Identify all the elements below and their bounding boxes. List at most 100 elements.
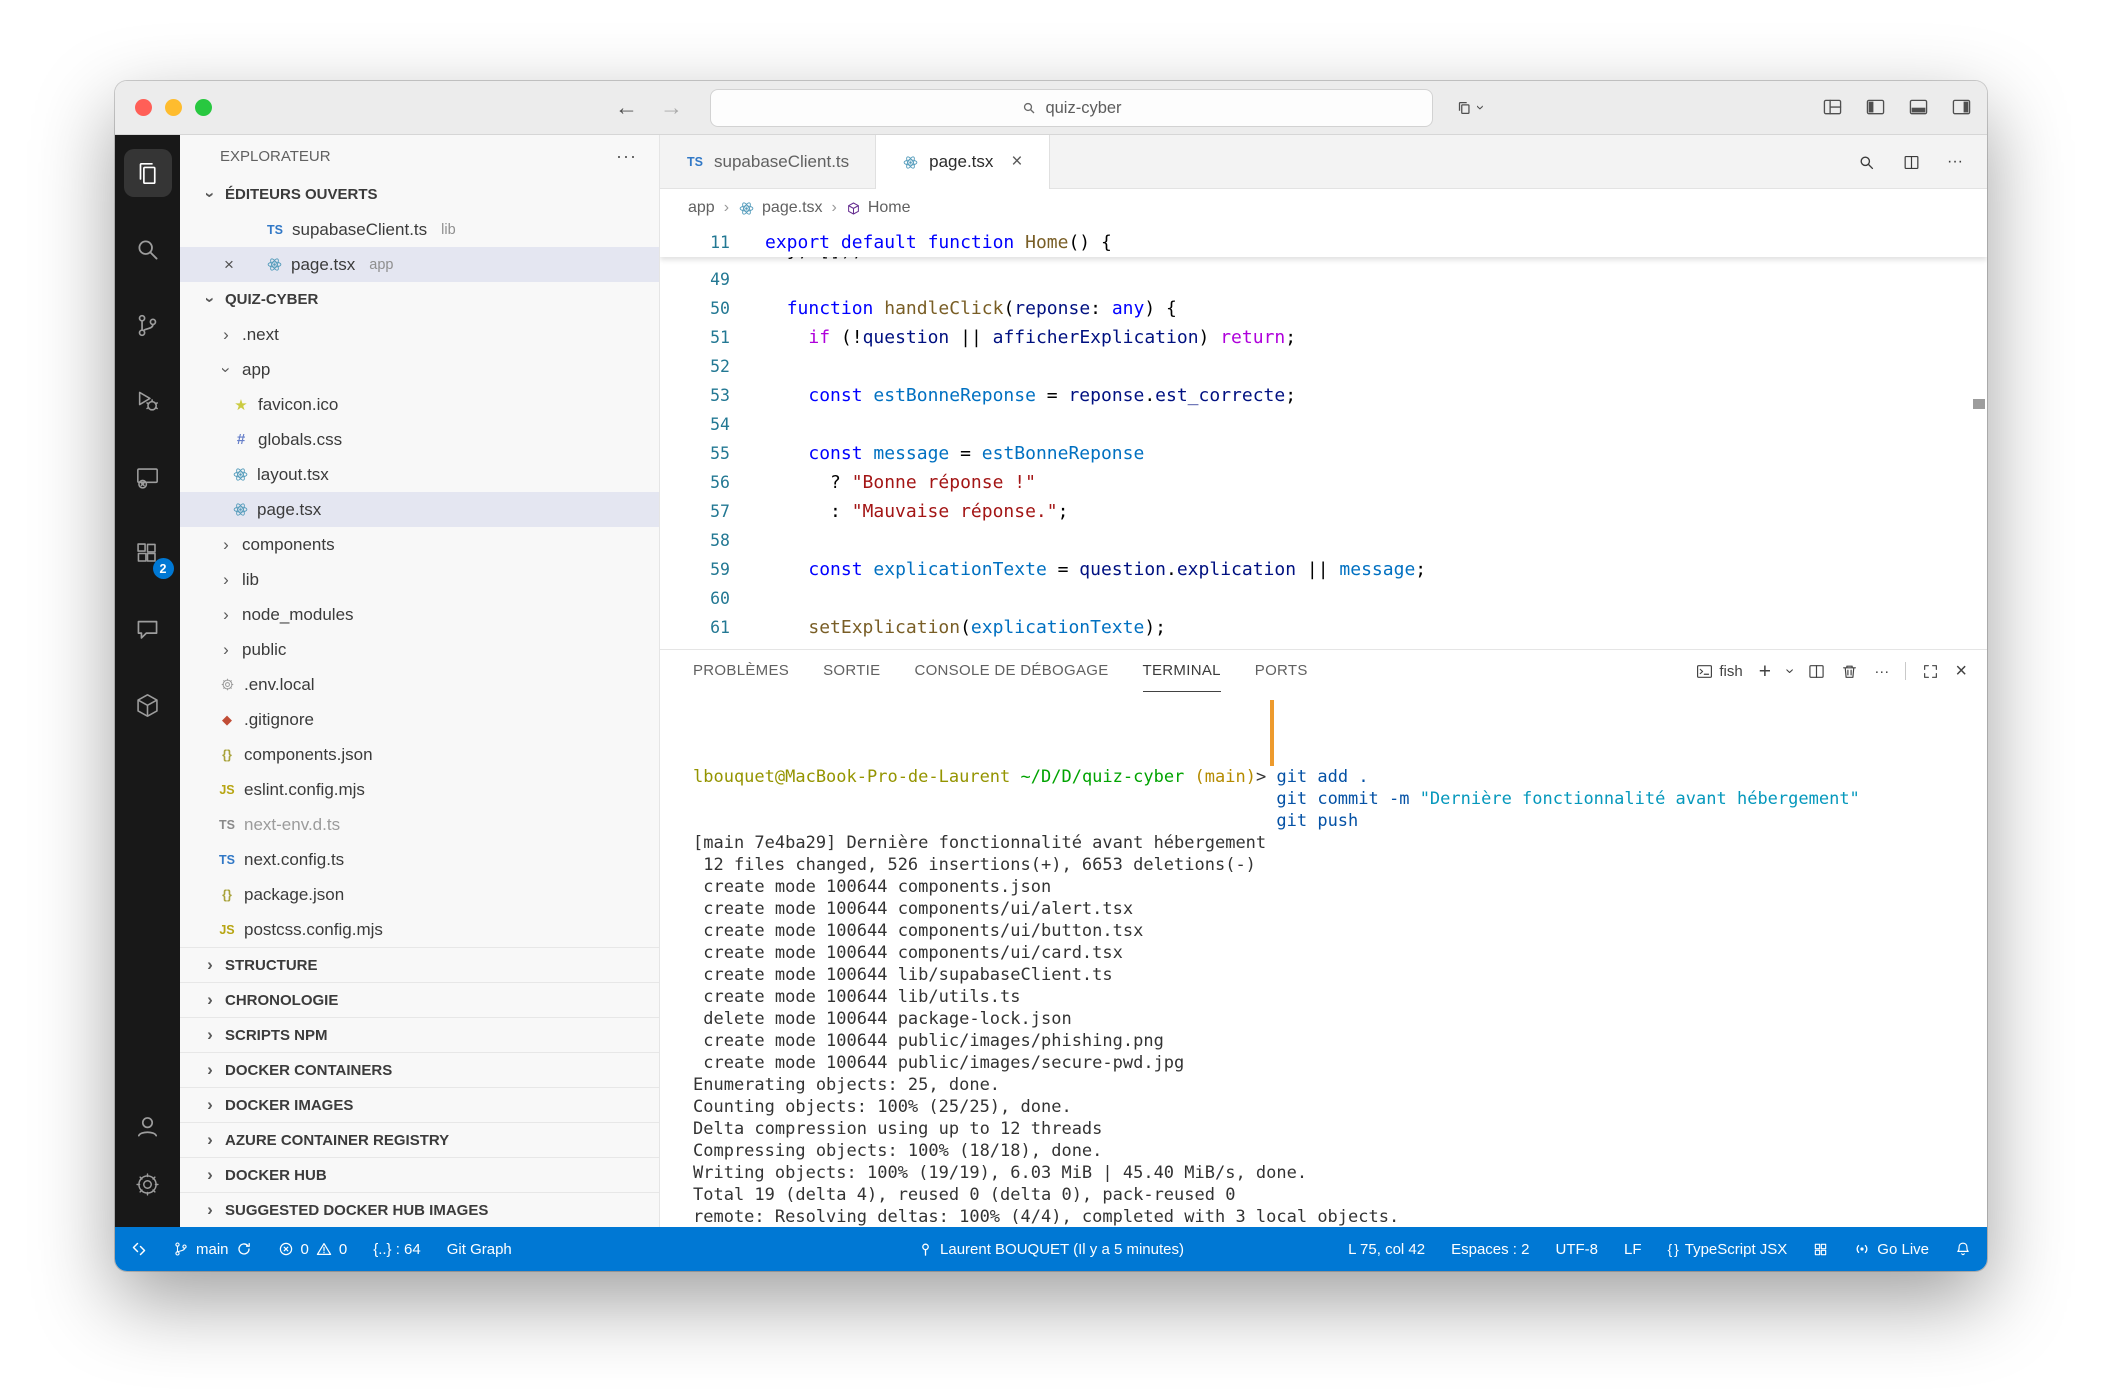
toggle-secondary-sidebar[interactable] <box>1952 98 1971 117</box>
chevron-right-icon: › <box>202 1200 218 1220</box>
panel-tab-probl-mes[interactable]: PROBLÈMES <box>693 650 789 692</box>
tree-item-page-tsx[interactable]: page.tsx <box>180 492 659 527</box>
status-eol[interactable]: LF <box>1624 1241 1642 1258</box>
terminal[interactable]: lbouquet@MacBook-Pro-de-Laurent ~/D/D/qu… <box>660 692 1987 1227</box>
section-chronologie[interactable]: ›CHRONOLOGIE <box>180 982 659 1017</box>
zoom-window-button[interactable] <box>195 99 212 116</box>
panel-tab-terminal[interactable]: TERMINAL <box>1143 650 1221 692</box>
kill-terminal[interactable] <box>1841 663 1858 680</box>
toggle-primary-sidebar[interactable] <box>1866 98 1885 117</box>
section-docker-containers[interactable]: ›DOCKER CONTAINERS <box>180 1052 659 1087</box>
open-editor-supabaseclient-ts[interactable]: TSsupabaseClient.tslib <box>180 212 659 247</box>
activity-remote-explorer[interactable] <box>124 453 172 501</box>
tree-item-lib[interactable]: ›lib <box>180 562 659 597</box>
tree-item--gitignore[interactable]: ◆.gitignore <box>180 702 659 737</box>
activity-docker[interactable] <box>124 681 172 729</box>
panel-tab-console-de-d-bogage[interactable]: CONSOLE DE DÉBOGAGE <box>914 650 1108 692</box>
tree-item-layout-tsx[interactable]: layout.tsx <box>180 457 659 492</box>
minimize-window-button[interactable] <box>165 99 182 116</box>
close-panel[interactable]: × <box>1955 661 1967 681</box>
shell-selector[interactable]: fish <box>1696 663 1742 680</box>
more-actions-icon[interactable]: ··· <box>616 146 637 167</box>
section-structure[interactable]: ›STRUCTURE <box>180 947 659 982</box>
section-azure-container-registry[interactable]: ›AZURE CONTAINER REGISTRY <box>180 1122 659 1157</box>
nav-forward[interactable]: → <box>660 94 683 121</box>
breadcrumb-page-tsx[interactable]: page.tsx <box>738 199 822 217</box>
terminal-line: create mode 100644 components.json <box>693 876 1987 898</box>
find[interactable] <box>1857 153 1876 172</box>
panel-tab-sortie[interactable]: SORTIE <box>823 650 880 692</box>
open-editor-page-tsx[interactable]: × page.tsxapp <box>180 247 659 282</box>
new-terminal[interactable]: + <box>1759 661 1771 682</box>
activity-explorer[interactable] <box>124 149 172 197</box>
more-editor-actions[interactable]: ··· <box>1947 153 1963 171</box>
status-gitlens-blame[interactable]: Laurent BOUQUET (Il y a 5 minutes) <box>918 1241 1184 1258</box>
status-cursor-position[interactable]: L 75, col 42 <box>1348 1241 1425 1258</box>
panel-tab-ports[interactable]: PORTS <box>1255 650 1308 692</box>
ts-icon: TS <box>266 223 284 237</box>
breadcrumb-home[interactable]: Home <box>846 199 911 217</box>
section-docker-hub[interactable]: ›DOCKER HUB <box>180 1157 659 1192</box>
tree-item-postcss-config-mjs[interactable]: JSpostcss.config.mjs <box>180 912 659 947</box>
tree-item-eslint-config-mjs[interactable]: JSeslint.config.mjs <box>180 772 659 807</box>
code-editor[interactable]: 11export default function Home() { 48 },… <box>660 227 1987 649</box>
tab-page-tsx[interactable]: page.tsx× <box>876 135 1049 189</box>
toggle-panel[interactable] <box>1909 98 1928 117</box>
status-branch[interactable]: main <box>173 1241 252 1258</box>
status-extension-grid[interactable] <box>1813 1242 1828 1257</box>
close-window-button[interactable] <box>135 99 152 116</box>
status-problems[interactable]: 00 <box>278 1241 348 1258</box>
activity-settings[interactable] <box>124 1160 172 1208</box>
nav-back[interactable]: ← <box>615 94 638 121</box>
activity-run-debug[interactable] <box>124 377 172 425</box>
activity-accounts[interactable] <box>124 1102 172 1150</box>
terminal-picker[interactable]: › <box>1787 662 1792 680</box>
remote-status-icon <box>131 1241 147 1257</box>
command-center[interactable]: quiz-cyber <box>710 89 1433 127</box>
tree-item-next-config-ts[interactable]: TSnext.config.ts <box>180 842 659 877</box>
tree-item-app[interactable]: ›app <box>180 352 659 387</box>
tree-item-globals-css[interactable]: #globals.css <box>180 422 659 457</box>
split-terminal[interactable] <box>1808 663 1825 680</box>
status-remote-indicator[interactable] <box>131 1241 147 1257</box>
chevron-right-icon: › <box>202 1165 218 1185</box>
scrollbar-mark[interactable] <box>1973 399 1985 409</box>
close-editor-icon[interactable]: × <box>224 255 258 275</box>
tree-item-components-json[interactable]: {}components.json <box>180 737 659 772</box>
tree-item-components[interactable]: ›components <box>180 527 659 562</box>
status-go-live[interactable]: Go Live <box>1854 1241 1929 1258</box>
section-project[interactable]: › QUIZ-CYBER <box>180 282 659 317</box>
ts-dim-icon: TS <box>218 818 236 832</box>
breadcrumb[interactable]: app›page.tsx›Home <box>660 189 1987 227</box>
breadcrumb-app[interactable]: app <box>688 199 715 217</box>
tree-item-next-env-d-ts[interactable]: TSnext-env.d.ts <box>180 807 659 842</box>
status-language-mode[interactable]: { }TypeScript JSX <box>1668 1241 1788 1258</box>
status-git-graph[interactable]: Git Graph <box>447 1241 512 1258</box>
tab-supabaseclient-ts[interactable]: TSsupabaseClient.ts <box>660 135 876 189</box>
maximize-panel[interactable] <box>1922 663 1939 680</box>
activity-search[interactable] <box>124 225 172 273</box>
tree-item-node-modules[interactable]: ›node_modules <box>180 597 659 632</box>
tree-item-public[interactable]: ›public <box>180 632 659 667</box>
status-encoding[interactable]: UTF-8 <box>1555 1241 1598 1258</box>
activity-chat[interactable] <box>124 605 172 653</box>
editor-layout-control[interactable]: › <box>1455 81 1483 134</box>
tree-item--next[interactable]: ›.next <box>180 317 659 352</box>
section-scripts-npm[interactable]: ›SCRIPTS NPM <box>180 1017 659 1052</box>
more-terminal-actions[interactable]: ··· <box>1874 663 1889 680</box>
tree-item-favicon-ico[interactable]: ★favicon.ico <box>180 387 659 422</box>
status-metrics[interactable]: {..} : 64 <box>373 1241 421 1258</box>
customize-layout[interactable] <box>1823 98 1842 117</box>
terminal-multiline-indicator <box>1270 700 1274 766</box>
activity-source-control[interactable] <box>124 301 172 349</box>
split-editor[interactable] <box>1902 153 1921 172</box>
tree-item--env-local[interactable]: .env.local <box>180 667 659 702</box>
section-suggested-docker-hub-images[interactable]: ›SUGGESTED DOCKER HUB IMAGES <box>180 1192 659 1227</box>
tree-item-package-json[interactable]: {}package.json <box>180 877 659 912</box>
section-docker-images[interactable]: ›DOCKER IMAGES <box>180 1087 659 1122</box>
section-open-editors[interactable]: › ÉDITEURS OUVERTS <box>180 177 659 212</box>
activity-extensions[interactable]: 2 <box>124 529 172 577</box>
status-notifications[interactable] <box>1955 1241 1971 1257</box>
status-indentation[interactable]: Espaces : 2 <box>1451 1241 1529 1258</box>
close-tab-icon[interactable]: × <box>1011 151 1022 173</box>
